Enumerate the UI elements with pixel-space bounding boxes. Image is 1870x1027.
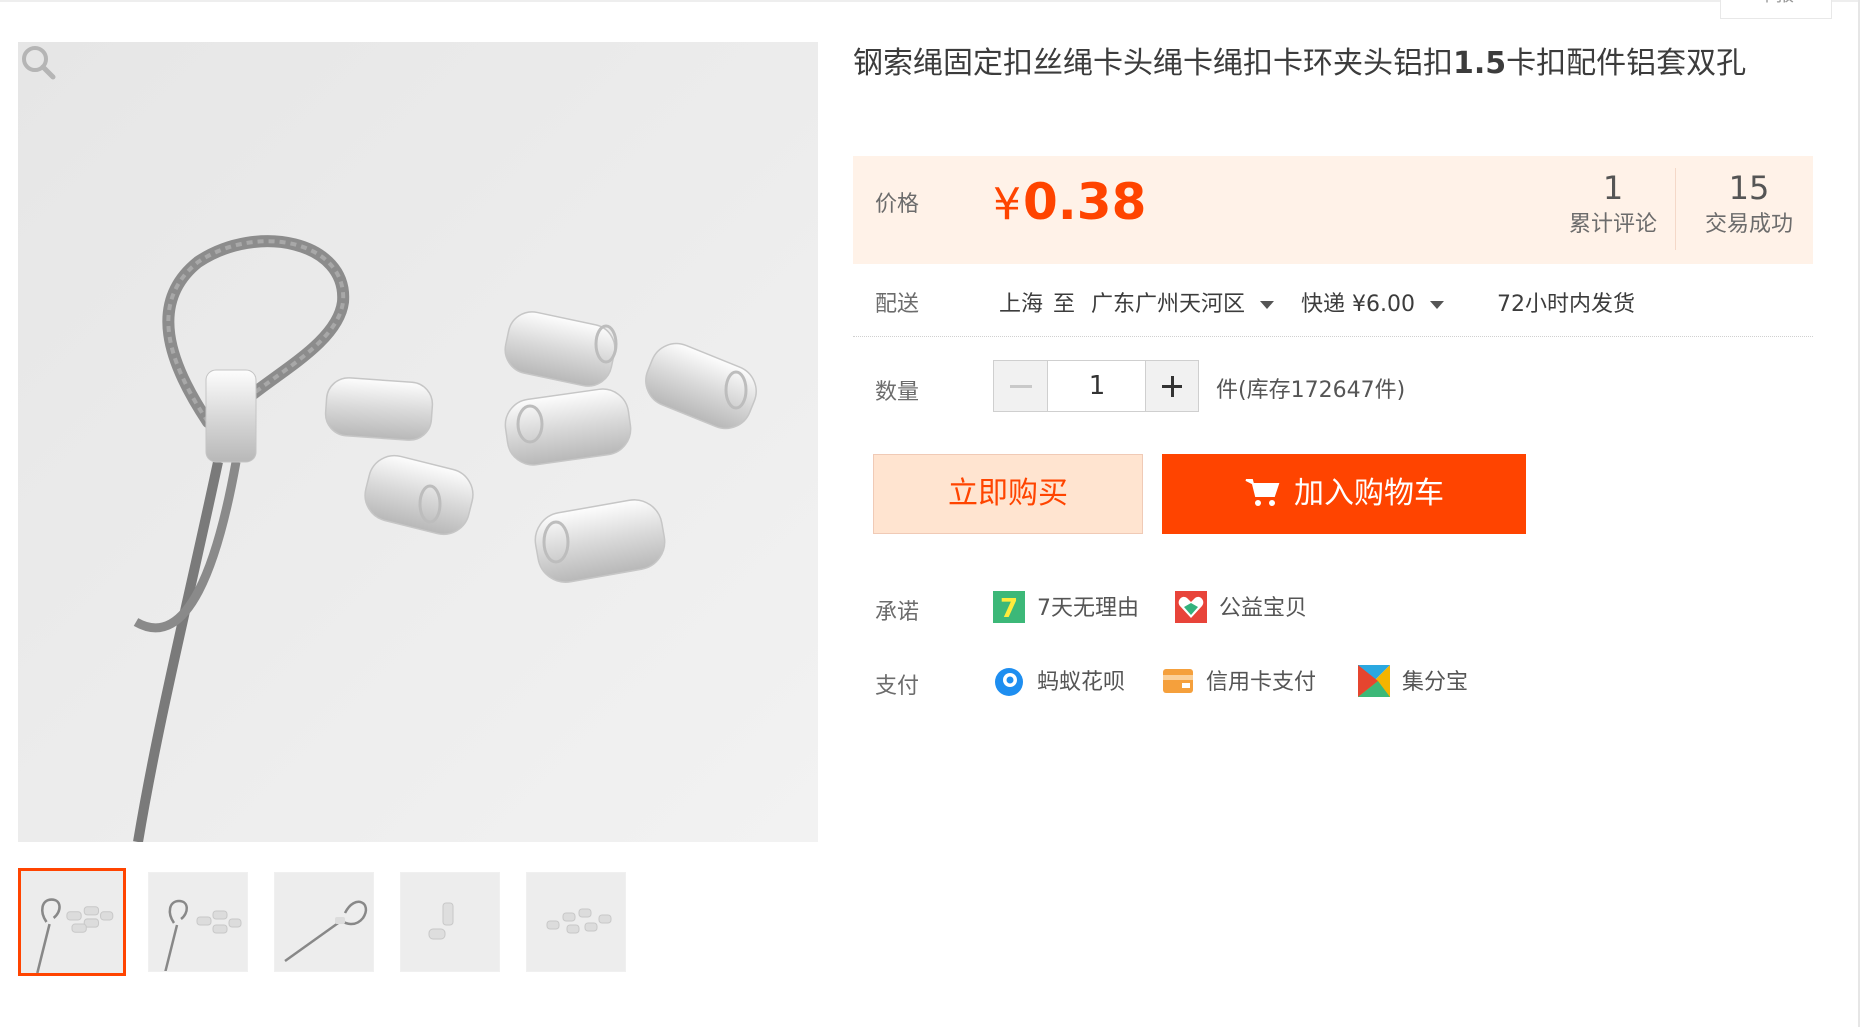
title-text: 钢索绳固定扣丝绳卡头绳卡绳扣卡环夹头铝扣 xyxy=(853,46,1453,81)
right-border xyxy=(1858,0,1860,1027)
quantity-increase-button[interactable] xyxy=(1145,361,1198,411)
title-text-end: 卡扣配件铝套双孔 xyxy=(1506,46,1747,81)
quantity-decrease-button[interactable] xyxy=(994,361,1048,411)
thumbnail-5[interactable] xyxy=(526,872,626,972)
stat-divider xyxy=(1675,168,1676,250)
cart-icon xyxy=(1245,478,1280,506)
thumbnail-3[interactable] xyxy=(274,872,374,972)
destination-select[interactable]: 广东广州天河区 xyxy=(1091,286,1275,318)
quantity-label: 数量 xyxy=(875,380,920,405)
review-count[interactable]: 1 累计评论 xyxy=(1553,168,1673,242)
stock-text: 件(库存172647件) xyxy=(1216,378,1406,403)
promise-label: 承诺 xyxy=(875,600,920,625)
chevron-down-icon xyxy=(1429,301,1444,309)
jifenbao-icon xyxy=(1358,665,1390,697)
add-to-cart-button[interactable]: 加入购物车 xyxy=(1162,454,1526,534)
shipping-method-select[interactable]: 快递 ¥6.00 xyxy=(1301,286,1444,318)
price-value: ¥0.38 xyxy=(993,173,1147,231)
charity-heart-icon xyxy=(1175,591,1207,623)
main-product-image[interactable] xyxy=(18,42,818,842)
report-link[interactable]: 举报 xyxy=(1720,0,1832,19)
ship-from: 上海 xyxy=(999,292,1044,317)
product-title: 钢索绳固定扣丝绳卡头绳卡绳扣卡环夹头铝扣1.5卡扣配件铝套双孔 xyxy=(853,42,1813,86)
minus-icon xyxy=(1010,385,1032,388)
price-label: 价格 xyxy=(875,192,920,217)
dispatch-time: 72小时内发货 xyxy=(1497,292,1635,317)
payment-credit-card[interactable]: 信用卡支付 xyxy=(1162,666,1316,700)
payment-jifenbao[interactable]: 集分宝 xyxy=(1358,665,1468,700)
seven-day-return-icon: 7 xyxy=(993,591,1025,623)
quantity-input[interactable]: 1 xyxy=(1048,361,1146,411)
huabei-icon xyxy=(995,668,1023,696)
thumbnail-4[interactable] xyxy=(400,872,500,972)
buy-now-button[interactable]: 立即购买 xyxy=(873,454,1143,534)
ship-to-word: 至 xyxy=(1053,292,1076,317)
sales-count: 15 交易成功 xyxy=(1704,169,1793,237)
shipping-label: 配送 xyxy=(875,292,920,317)
chevron-down-icon xyxy=(1260,301,1275,309)
price-panel: 价格 ¥0.38 1 累计评论 15 交易成功 xyxy=(853,156,1813,264)
promise-charity[interactable]: 公益宝贝 xyxy=(1175,591,1307,626)
thumbnail-2[interactable] xyxy=(148,872,248,972)
title-bold-text: 1.5 xyxy=(1453,46,1507,81)
promise-seven-day-return[interactable]: 7 7天无理由 xyxy=(993,591,1139,626)
thumbnail-1[interactable] xyxy=(18,868,126,976)
quantity-stepper: 1 xyxy=(993,360,1199,412)
add-to-cart-label: 加入购物车 xyxy=(1294,476,1444,511)
payment-huabei[interactable]: 蚂蚁花呗 xyxy=(993,666,1125,700)
top-border xyxy=(0,0,1860,2)
zoom-icon[interactable] xyxy=(18,42,58,82)
payment-label: 支付 xyxy=(875,674,920,699)
credit-card-icon xyxy=(1163,669,1193,693)
shipping-row: 配送 上海 至 广东广州天河区 快递 ¥6.00 72小时内发货 xyxy=(853,278,1813,337)
svg-text:7: 7 xyxy=(1000,594,1018,623)
